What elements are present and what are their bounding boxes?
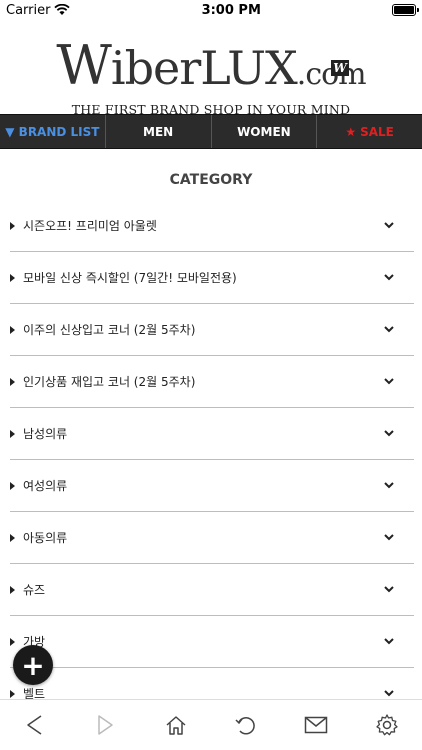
logo-wordmark: WiberLUX.com — [56, 34, 366, 97]
category-item[interactable]: 시즌오프! 프리미엄 아울렛 — [10, 200, 414, 252]
back-icon — [27, 715, 42, 735]
refresh-button[interactable] — [231, 710, 261, 740]
home-icon — [166, 716, 186, 735]
category-label: 이주의 신상입고 코너 (2월 5주차) — [23, 323, 196, 337]
bottom-toolbar — [0, 699, 422, 750]
chevron-down-icon[interactable] — [382, 531, 396, 545]
chevron-down-icon[interactable] — [382, 375, 396, 389]
nav-brand-list[interactable]: ▼ BRAND LIST — [0, 115, 106, 148]
logo-badge: W — [331, 60, 349, 76]
forward-icon — [98, 715, 114, 735]
chevron-down-icon[interactable] — [382, 583, 396, 597]
category-title: CATEGORY — [169, 172, 253, 188]
category-label: 여성의류 — [23, 479, 68, 493]
caret-right-icon — [10, 221, 15, 230]
nav-men[interactable]: MEN — [106, 115, 212, 148]
caret-right-icon — [10, 377, 15, 386]
caret-right-icon — [10, 585, 15, 594]
main-nav: ▼ BRAND LIST MEN WOMEN ★ SALE — [0, 114, 422, 149]
category-item[interactable]: 이주의 신상입고 코너 (2월 5주차) — [10, 304, 414, 356]
floating-plus-button[interactable]: + — [13, 645, 53, 685]
category-item[interactable]: 아동의류 — [10, 512, 414, 564]
caret-right-icon — [10, 273, 15, 282]
home-button[interactable] — [161, 710, 191, 740]
caret-right-icon — [10, 429, 15, 438]
star-icon: ★ — [345, 124, 357, 139]
mail-icon — [305, 716, 328, 734]
chevron-down-icon[interactable] — [382, 219, 396, 233]
wifi-icon — [54, 4, 71, 15]
category-item[interactable]: 여성의류 — [10, 460, 414, 512]
battery-icon — [391, 4, 419, 16]
category-item[interactable]: 남성의류 — [10, 408, 414, 460]
caret-right-icon — [10, 533, 15, 542]
refresh-icon — [235, 717, 255, 735]
back-button[interactable] — [20, 710, 50, 740]
status-bar: Carrier 3:00 PM — [0, 0, 422, 20]
chevron-down-icon[interactable] — [382, 323, 396, 337]
category-list: 시즌오프! 프리미엄 아울렛 모바일 신상 즉시할인 (7일간! 모바일전용) … — [0, 200, 422, 719]
site-logo[interactable]: WiberLUX.com W THE FIRST BRAND SHOP IN Y… — [0, 20, 422, 117]
category-item[interactable]: 모바일 신상 즉시할인 (7일간! 모바일전용) — [10, 252, 414, 304]
caret-right-icon — [10, 481, 15, 490]
caret-right-icon — [10, 689, 15, 698]
settings-button[interactable] — [372, 710, 402, 740]
category-label: 남성의류 — [23, 427, 68, 441]
gear-icon — [376, 714, 398, 736]
caret-right-icon — [10, 325, 15, 334]
nav-women[interactable]: WOMEN — [212, 115, 318, 148]
chevron-down-icon[interactable] — [382, 635, 396, 649]
category-item[interactable]: 슈즈 — [10, 564, 414, 616]
chevron-down-icon[interactable] — [382, 271, 396, 285]
caret-right-icon — [10, 637, 15, 646]
category-label: 시즌오프! 프리미엄 아울렛 — [23, 219, 157, 233]
category-label: 모바일 신상 즉시할인 (7일간! 모바일전용) — [23, 271, 237, 285]
category-item[interactable]: 가방 — [10, 616, 414, 668]
category-item[interactable]: 인기상품 재입고 코너 (2월 5주차) — [10, 356, 414, 408]
category-label: 슈즈 — [23, 583, 46, 597]
nav-sale[interactable]: ★ SALE — [317, 115, 422, 148]
category-label: 인기상품 재입고 코너 (2월 5주차) — [23, 375, 196, 389]
category-label: 아동의류 — [23, 531, 68, 545]
chevron-down-icon[interactable] — [382, 479, 396, 493]
carrier-label: Carrier — [6, 2, 51, 18]
mail-button[interactable] — [301, 710, 331, 740]
forward-button[interactable] — [90, 710, 120, 740]
chevron-down-icon[interactable] — [382, 427, 396, 441]
status-left: Carrier — [6, 2, 71, 18]
status-time: 3:00 PM — [201, 2, 261, 18]
logo-tagline: THE FIRST BRAND SHOP IN YOUR MIND — [71, 102, 351, 117]
